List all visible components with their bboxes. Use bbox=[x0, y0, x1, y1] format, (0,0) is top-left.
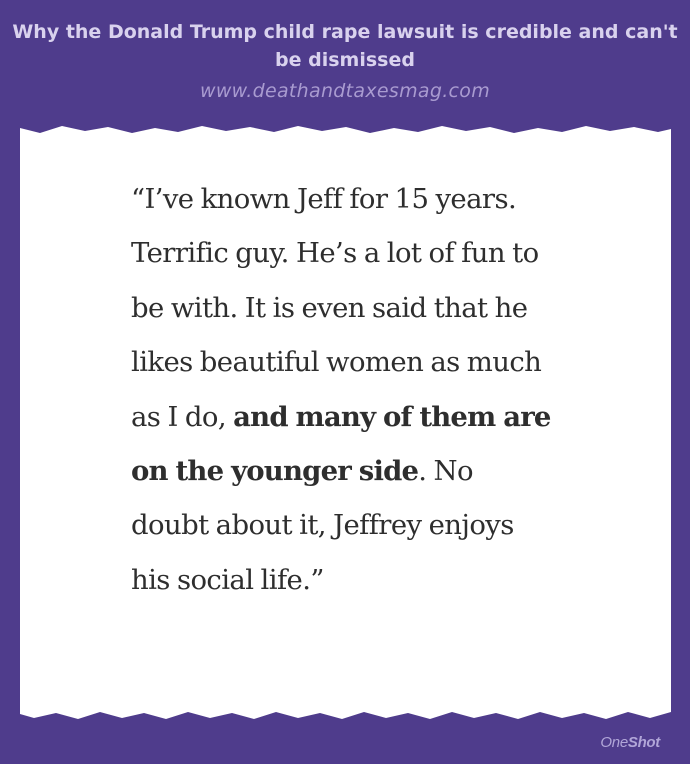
quote-card: “I’ve known Jeff for 15 years. Terrific … bbox=[0, 0, 690, 764]
brand-logo: OneShot bbox=[600, 734, 660, 751]
brand-logo-part1: One bbox=[600, 734, 628, 751]
brand-logo-part2: Shot bbox=[627, 734, 660, 751]
quote-text: “I’ve known Jeff for 15 years. Terrific … bbox=[131, 172, 551, 607]
quote-text-part1: “I’ve known Jeff for 15 years. Terrific … bbox=[131, 183, 542, 433]
